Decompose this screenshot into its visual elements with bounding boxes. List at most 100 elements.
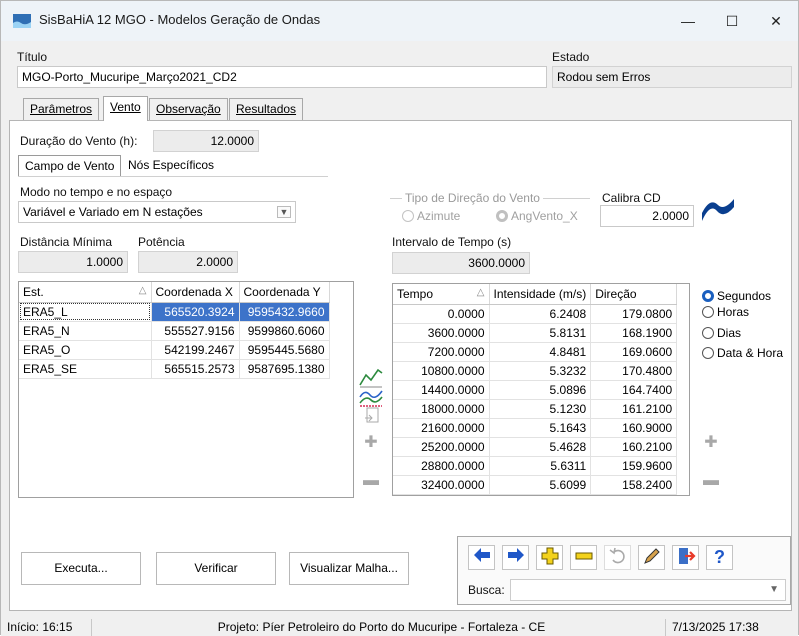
close-button[interactable]: ✕	[754, 6, 798, 36]
cell-direcao[interactable]: 161.2100	[590, 399, 678, 419]
arrow-left-icon[interactable]	[468, 545, 495, 570]
executa-button[interactable]: Executa...	[21, 552, 141, 585]
radio-data-hora[interactable]: Data & Hora	[702, 346, 783, 360]
cell-tempo[interactable]: 21600.0000	[393, 418, 490, 438]
calibra-input[interactable]: 2.0000	[600, 205, 694, 227]
help-icon[interactable]: ?	[706, 545, 733, 570]
table-row[interactable]: 3600.0000 5.8131 168.1900	[393, 323, 678, 343]
col-coord-y[interactable]: Coordenada Y	[239, 282, 330, 303]
cell-direcao[interactable]: 160.2100	[590, 437, 678, 457]
add-icon[interactable]	[536, 545, 563, 570]
subtab-campo-de-vento[interactable]: Campo de Vento	[18, 155, 122, 177]
cell-intensidade[interactable]: 5.1643	[489, 418, 592, 438]
table-row[interactable]: ERA5_O 542199.2467 9595445.5680	[19, 340, 330, 360]
intervalo-input[interactable]: 3600.0000	[392, 252, 530, 274]
duracao-input[interactable]: 12.0000	[153, 130, 259, 152]
cell-est[interactable]: ERA5_N	[19, 321, 152, 341]
cell-direcao[interactable]: 179.0800	[590, 304, 678, 324]
tab-vento[interactable]: Vento	[103, 96, 148, 121]
cell-coord-x[interactable]: 565515.2573	[151, 359, 240, 379]
add-row-icon[interactable]: ✚	[360, 433, 382, 455]
chevron-down-icon[interactable]: ▼	[277, 206, 291, 218]
cell-coord-y[interactable]: 9595432.9660	[239, 302, 330, 322]
busca-select[interactable]: ▼	[510, 579, 786, 601]
arrow-right-icon[interactable]	[502, 545, 529, 570]
col-intensidade[interactable]: Intensidade (m/s)	[489, 284, 592, 305]
cell-est[interactable]: ERA5_O	[19, 340, 152, 360]
cell-direcao[interactable]: 164.7400	[590, 380, 678, 400]
remove-time-row-icon[interactable]: ▬	[700, 471, 722, 493]
cell-direcao[interactable]: 168.1900	[590, 323, 678, 343]
radio-segundos[interactable]: Segundos	[702, 289, 771, 303]
cell-coord-x[interactable]: 555527.9156	[151, 321, 240, 341]
cell-tempo[interactable]: 0.0000	[393, 304, 490, 324]
potencia-input[interactable]: 2.0000	[138, 251, 238, 273]
table-row[interactable]: 32400.0000 5.6099 158.2400	[393, 475, 678, 495]
table-row[interactable]: 18000.0000 5.1230 161.2100	[393, 399, 678, 419]
cell-tempo[interactable]: 7200.0000	[393, 342, 490, 362]
table-row[interactable]: 7200.0000 4.8481 169.0600	[393, 342, 678, 362]
table-row[interactable]: 25200.0000 5.4628 160.2100	[393, 437, 678, 457]
cell-est[interactable]: ERA5_L	[19, 302, 152, 322]
tab-resultados[interactable]: Resultados	[229, 98, 304, 120]
cell-direcao[interactable]: 169.0600	[590, 342, 678, 362]
cell-tempo[interactable]: 3600.0000	[393, 323, 490, 343]
cell-intensidade[interactable]: 5.4628	[489, 437, 592, 457]
distancia-input[interactable]: 1.0000	[18, 251, 128, 273]
import-file-icon[interactable]	[362, 406, 382, 426]
chevron-down-icon[interactable]: ▼	[769, 580, 779, 600]
tab-observacao[interactable]: Observação	[149, 98, 228, 120]
cell-coord-x[interactable]: 565520.3924	[151, 302, 240, 322]
verificar-button[interactable]: Verificar	[156, 552, 276, 585]
table-row[interactable]: 14400.0000 5.0896 164.7400	[393, 380, 678, 400]
cell-tempo[interactable]: 14400.0000	[393, 380, 490, 400]
cell-est[interactable]: ERA5_SE	[19, 359, 152, 379]
series-table[interactable]: Tempo △ Intensidade (m/s) Direção 0.0000 6…	[392, 283, 690, 496]
subtab-nos-especificos[interactable]: Nós Específicos	[122, 155, 220, 177]
modo-select[interactable]: Variável e Variado em N estações ▼	[18, 201, 296, 223]
cell-coord-y[interactable]: 9595445.5680	[239, 340, 330, 360]
add-time-row-icon[interactable]: ✚	[700, 433, 722, 455]
visualizar-malha-button[interactable]: Visualizar Malha...	[289, 552, 409, 585]
cell-intensidade[interactable]: 6.2408	[489, 304, 592, 324]
cell-tempo[interactable]: 32400.0000	[393, 475, 490, 495]
cell-tempo[interactable]: 10800.0000	[393, 361, 490, 381]
edit-icon[interactable]	[638, 545, 665, 570]
cell-direcao[interactable]: 158.2400	[590, 475, 678, 495]
cell-tempo[interactable]: 28800.0000	[393, 456, 490, 476]
radio-horas[interactable]: Horas	[702, 305, 749, 319]
table-row[interactable]: ERA5_L 565520.3924 9595432.9660	[19, 302, 330, 322]
titulo-input[interactable]: MGO-Porto_Mucuripe_Março2021_CD2	[17, 66, 547, 88]
table-row[interactable]: 0.0000 6.2408 179.0800	[393, 304, 678, 324]
tab-parametros[interactable]: Parâmetros	[23, 98, 100, 120]
table-row[interactable]: 21600.0000 5.1643 160.9000	[393, 418, 678, 438]
cell-direcao[interactable]: 160.9000	[590, 418, 678, 438]
cell-intensidade[interactable]: 5.3232	[489, 361, 592, 381]
undo-icon[interactable]	[604, 545, 631, 570]
radio-dias[interactable]: Dias	[702, 326, 741, 340]
table-row[interactable]: ERA5_SE 565515.2573 9587695.1380	[19, 359, 330, 379]
stations-table[interactable]: Est. △ Coordenada X Coordenada Y ERA5_L 5…	[18, 281, 354, 498]
exit-icon[interactable]	[672, 545, 699, 570]
cell-direcao[interactable]: 159.9600	[590, 456, 678, 476]
cell-intensidade[interactable]: 5.0896	[489, 380, 592, 400]
col-est[interactable]: Est. △	[19, 282, 152, 303]
table-row[interactable]: ERA5_N 555527.9156 9599860.6060	[19, 321, 330, 341]
cell-intensidade[interactable]: 4.8481	[489, 342, 592, 362]
cell-intensidade[interactable]: 5.8131	[489, 323, 592, 343]
minimize-button[interactable]: —	[666, 6, 710, 36]
maximize-button[interactable]: ☐	[710, 6, 754, 36]
cell-intensidade[interactable]: 5.6311	[489, 456, 592, 476]
col-tempo[interactable]: Tempo △	[393, 284, 490, 305]
col-coord-x[interactable]: Coordenada X	[151, 282, 240, 303]
cell-coord-y[interactable]: 9599860.6060	[239, 321, 330, 341]
table-row[interactable]: 10800.0000 5.3232 170.4800	[393, 361, 678, 381]
col-direcao[interactable]: Direção	[590, 284, 678, 305]
cell-tempo[interactable]: 18000.0000	[393, 399, 490, 419]
cell-intensidade[interactable]: 5.6099	[489, 475, 592, 495]
cell-tempo[interactable]: 25200.0000	[393, 437, 490, 457]
cell-coord-y[interactable]: 9587695.1380	[239, 359, 330, 379]
remove-icon[interactable]	[570, 545, 597, 570]
remove-row-icon[interactable]: ▬	[360, 471, 382, 493]
chart-area-icon[interactable]	[358, 383, 384, 407]
